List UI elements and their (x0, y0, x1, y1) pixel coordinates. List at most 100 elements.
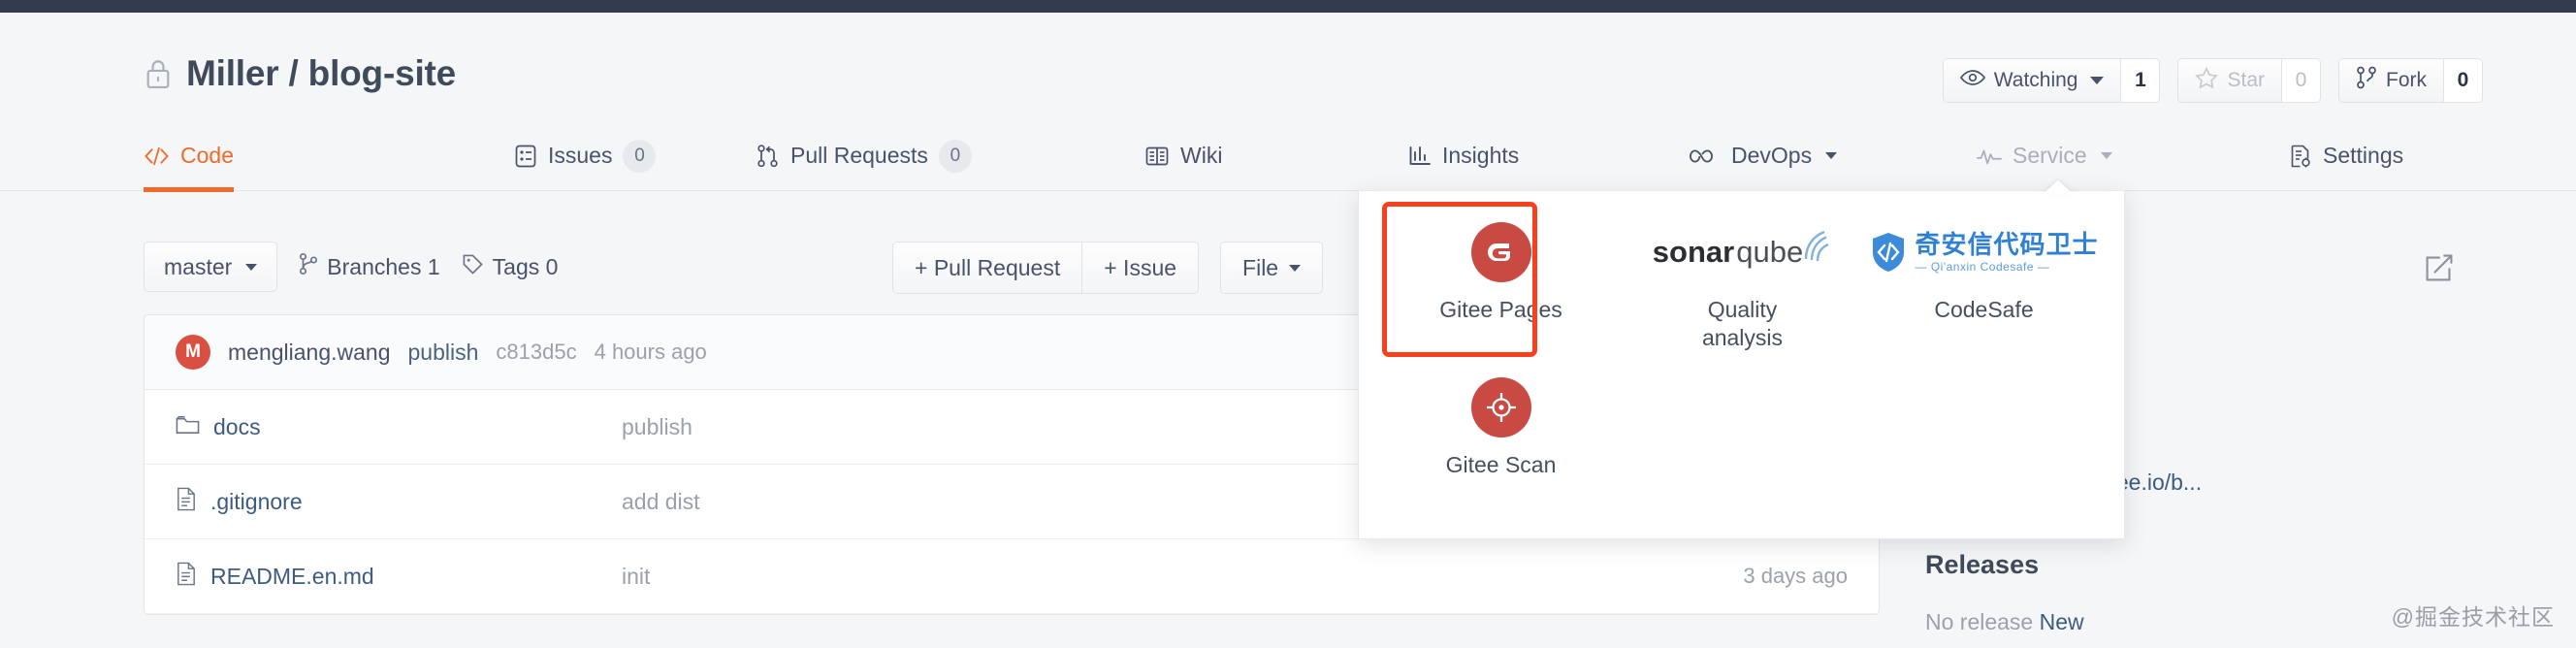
service-item-label: Gitee Scan (1445, 452, 1557, 477)
tab-pull-requests[interactable]: Pull Requests 0 (757, 116, 972, 191)
service-item-quality-analysis[interactable]: sonar qube Quality analysis (1622, 209, 1863, 364)
service-item-label: CodeSafe (1934, 297, 2034, 322)
pull-request-icon (757, 144, 780, 169)
insights-bar-icon (1408, 145, 1432, 168)
chevron-down-icon (1289, 264, 1302, 272)
file-commit-message: init (622, 563, 651, 589)
file-text-icon (176, 562, 197, 591)
service-dropdown-panel: Gitee Pages sonar qube Quality analysis (1358, 190, 2125, 539)
page-title: Miller / blog-site (186, 53, 457, 93)
branch-icon (299, 252, 318, 281)
file-menu-button[interactable]: File (1221, 243, 1323, 293)
fork-label: Fork (2386, 69, 2427, 91)
star-button[interactable]: Star (2178, 59, 2281, 102)
file-name-cell: docs (176, 414, 622, 440)
file-menu-label: File (1242, 254, 1279, 280)
tab-devops[interactable]: DevOps (1690, 116, 1838, 191)
commit-sha[interactable]: c813d5c (496, 340, 576, 365)
fork-count[interactable]: 0 (2443, 59, 2482, 102)
service-item-gitee-scan[interactable]: Gitee Scan (1380, 364, 1622, 519)
settings-doc-icon (2289, 144, 2312, 169)
tab-wiki-label: Wiki (1180, 143, 1223, 168)
fork-icon (2356, 66, 2377, 95)
releases-heading: Releases (1925, 550, 2040, 579)
tab-insights[interactable]: Insights (1408, 116, 1519, 191)
branches-label: Branches 1 (327, 253, 440, 279)
header-action-buttons: Watching 1 Star 0 Fork 0 (1942, 58, 2483, 103)
no-release-text: No release (1925, 609, 2034, 634)
code-brackets-icon (144, 146, 170, 166)
folder-icon (176, 414, 200, 440)
codesafe-english-text: — Qi'anxin Codesafe — (1915, 259, 2050, 274)
chevron-down-icon (2090, 77, 2105, 84)
tag-icon (462, 253, 484, 281)
commit-author[interactable]: mengliang.wang (228, 340, 391, 366)
file-link[interactable]: docs (213, 414, 261, 440)
watch-button-group[interactable]: Watching 1 (1942, 58, 2161, 103)
watch-count[interactable]: 1 (2120, 59, 2160, 102)
branch-selector[interactable]: master (144, 242, 278, 292)
sonarqube-logo-icon: sonar qube (1653, 222, 1832, 282)
new-pull-request-button[interactable]: + Pull Request (893, 243, 1082, 293)
tags-label: Tags 0 (492, 253, 559, 279)
file-link[interactable]: README.en.md (210, 564, 374, 590)
new-issue-button[interactable]: + Issue (1081, 243, 1199, 293)
star-icon (2195, 66, 2219, 95)
repo-toolbar-left: master Branches 1 Tags 0 (144, 242, 558, 292)
tab-issues[interactable]: Issues 0 (514, 116, 657, 191)
commit-message[interactable]: publish (408, 340, 479, 366)
table-row[interactable]: README.en.md init 3 days ago (145, 539, 1879, 614)
repo-toolbar-right: + Pull Request + Issue File (892, 242, 1324, 294)
edit-square-icon[interactable] (2423, 251, 2456, 289)
chevron-down-icon (1825, 152, 1838, 159)
file-link[interactable]: .gitignore (210, 489, 303, 515)
chevron-down-icon (245, 263, 258, 271)
tab-settings[interactable]: Settings (2289, 116, 2403, 191)
wiki-book-icon (1144, 146, 1170, 167)
file-name-cell: README.en.md (176, 562, 622, 591)
branch-selector-label: master (164, 253, 233, 279)
infinity-icon (1690, 147, 1721, 165)
repository-title-group: Miller / blog-site (144, 53, 456, 94)
branches-link[interactable]: Branches 1 (299, 252, 440, 281)
repository-header: Miller / blog-site Watching 1 Star 0 For… (0, 13, 2576, 116)
commit-time: 4 hours ago (594, 340, 707, 364)
watermark-text: @掘金技术社区 (2391, 604, 2555, 630)
tab-devops-label: DevOps (1731, 143, 1813, 168)
gitee-repository-page: Miller / blog-site Watching 1 Star 0 For… (0, 0, 2576, 648)
file-name-cell: .gitignore (176, 487, 622, 516)
sonarqube-bold-text: sonar (1652, 235, 1735, 269)
dropdown-pointer-arrow (2042, 180, 2075, 195)
tab-service-label: Service (2012, 143, 2087, 168)
gitee-scan-icon (1470, 377, 1531, 437)
top-navigation-bar (0, 0, 2576, 13)
service-item-codesafe[interactable]: 奇安信代码卫士 — Qi'anxin Codesafe — CodeSafe (1863, 209, 2105, 364)
eye-icon (1959, 69, 1985, 92)
tab-code[interactable]: Code (144, 116, 234, 192)
file-commit-time: 3 days ago (1743, 564, 1848, 588)
fork-button[interactable]: Fork (2339, 59, 2443, 102)
issues-count-badge: 0 (623, 139, 657, 173)
fork-button-group[interactable]: Fork 0 (2338, 58, 2483, 103)
tags-link[interactable]: Tags 0 (462, 253, 559, 281)
new-release-link[interactable]: New (2040, 609, 2084, 634)
lock-icon (144, 57, 173, 90)
star-count[interactable]: 0 (2281, 59, 2320, 102)
codesafe-chinese-text: 奇安信代码卫士 (1915, 229, 2099, 259)
repository-content: master Branches 1 Tags 0 + Pull Request … (0, 191, 2576, 648)
tab-wiki[interactable]: Wiki (1144, 116, 1222, 191)
gitee-logo-icon (1470, 222, 1531, 282)
tab-insights-label: Insights (1442, 143, 1520, 168)
service-item-gitee-pages[interactable]: Gitee Pages (1380, 209, 1622, 364)
avatar: M (176, 335, 210, 370)
repository-nav-tabs: Code Issues 0 Pull Requests 0 Wiki Insig… (0, 116, 2576, 192)
create-buttons-group: + Pull Request + Issue (892, 242, 1200, 294)
chevron-down-icon (2100, 152, 2112, 159)
star-button-group[interactable]: Star 0 (2177, 58, 2321, 103)
watch-label: Watching (1993, 69, 2078, 91)
watch-button[interactable]: Watching (1943, 59, 2121, 102)
tab-settings-label: Settings (2323, 143, 2404, 168)
tab-code-label: Code (180, 143, 234, 168)
service-items-grid: Gitee Pages sonar qube Quality analysis (1359, 191, 2126, 540)
tab-pull-requests-label: Pull Requests (790, 143, 928, 168)
